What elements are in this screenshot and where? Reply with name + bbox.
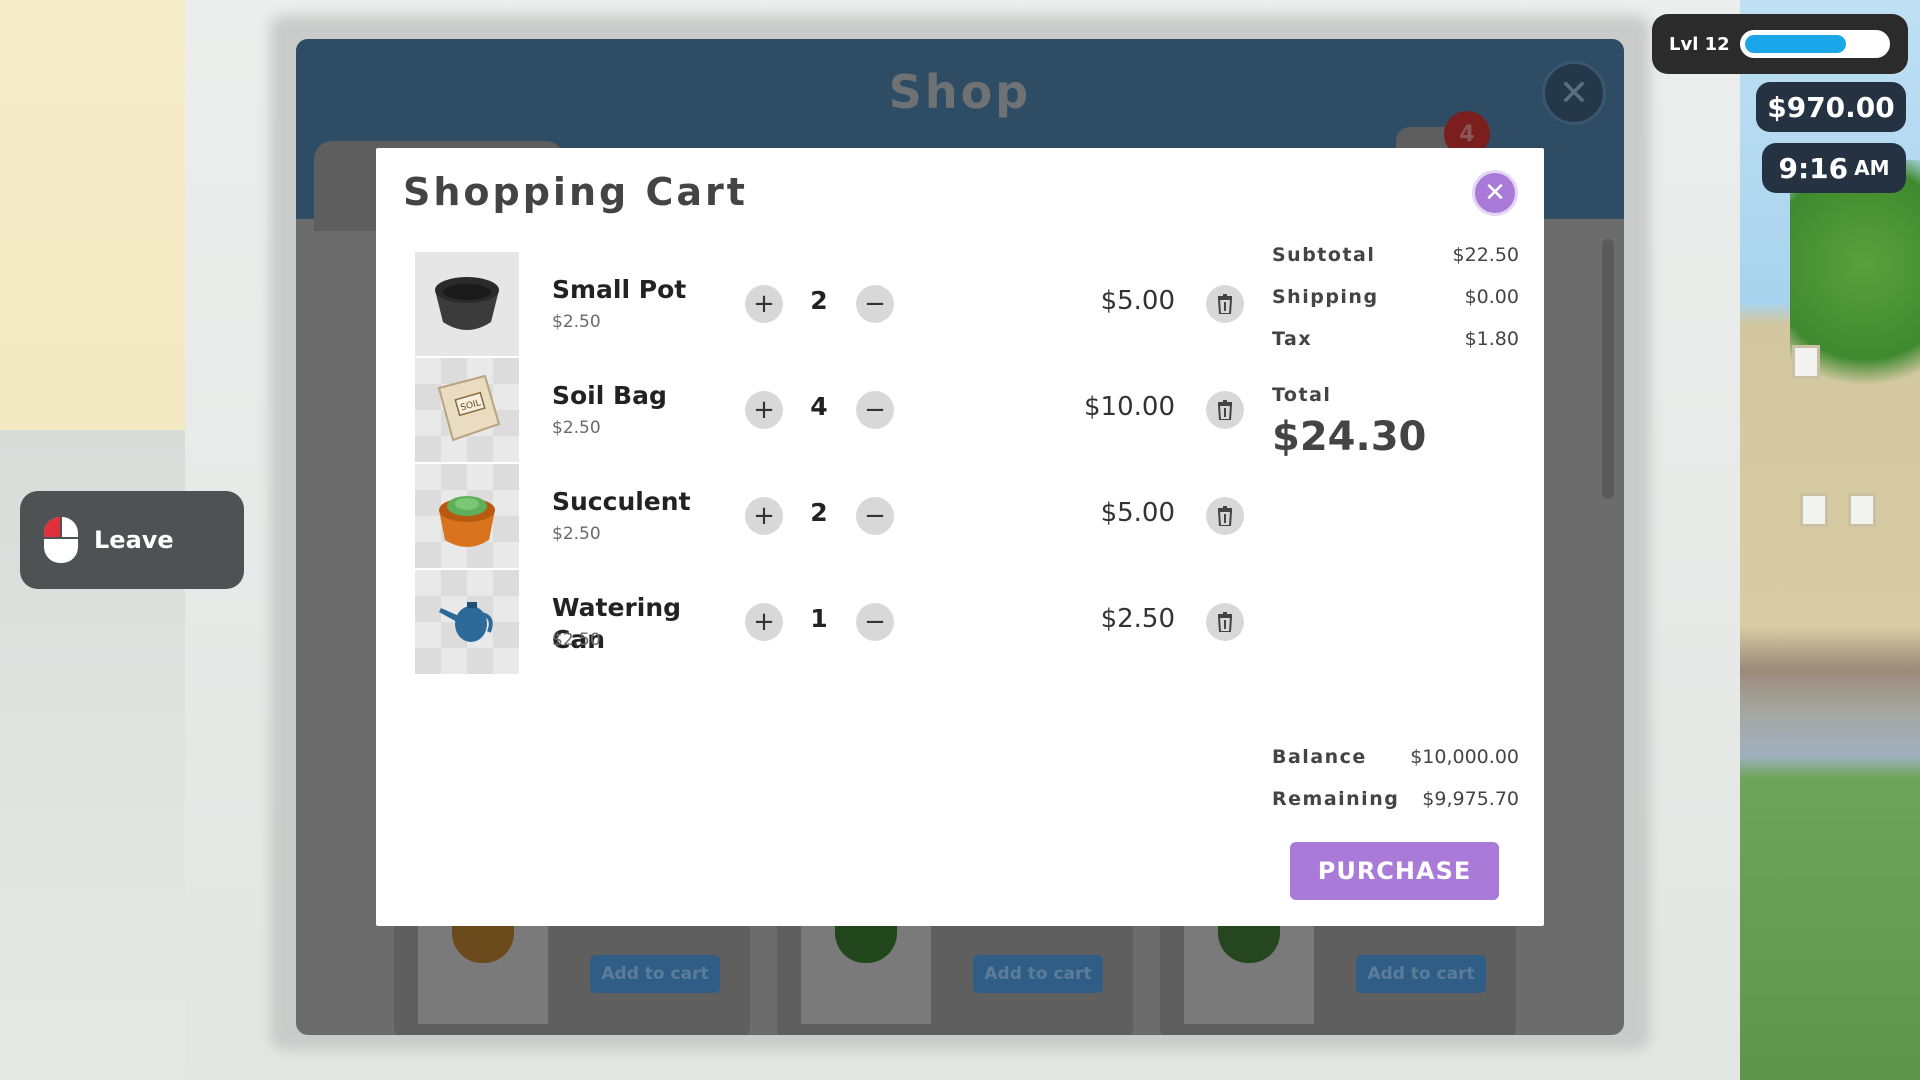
plus-icon: + — [753, 607, 775, 637]
trash-icon — [1217, 612, 1233, 632]
decrease-quantity-button[interactable]: − — [856, 497, 894, 535]
remaining-label: Remaining — [1272, 788, 1400, 810]
remove-item-button[interactable] — [1206, 603, 1244, 641]
trash-icon — [1217, 506, 1233, 526]
succulent-icon — [415, 464, 519, 568]
decrease-quantity-button[interactable]: − — [856, 285, 894, 323]
total-value: $24.30 — [1272, 414, 1427, 460]
shipping-label: Shipping — [1272, 286, 1379, 308]
item-quantity: 4 — [810, 392, 828, 421]
trash-icon — [1217, 400, 1233, 420]
purchase-button[interactable]: PURCHASE — [1290, 842, 1499, 900]
product-image — [801, 919, 931, 1024]
tax-value: $1.80 — [1464, 328, 1519, 350]
tax-row: Tax $1.80 — [1272, 324, 1519, 354]
watering-can-icon — [415, 570, 519, 674]
clock-ampm: AM — [1854, 156, 1890, 180]
trash-icon — [1217, 294, 1233, 314]
leave-label: Leave — [94, 526, 174, 554]
level-indicator: Lvl 12 — [1652, 14, 1908, 74]
leave-button[interactable]: Leave — [20, 491, 244, 589]
item-quantity: 2 — [810, 498, 828, 527]
add-to-cart-button[interactable]: Add to cart — [1356, 955, 1486, 993]
product-card: Add to cart — [777, 919, 1133, 1035]
add-to-cart-button[interactable]: Add to cart — [590, 955, 720, 993]
remaining-value: $9,975.70 — [1422, 788, 1519, 810]
decrease-quantity-button[interactable]: − — [856, 391, 894, 429]
cart-title: Shopping Cart — [403, 170, 748, 214]
remove-item-button[interactable] — [1206, 497, 1244, 535]
tax-label: Tax — [1272, 328, 1313, 350]
black-pot-icon — [415, 252, 519, 356]
add-to-cart-button[interactable]: Add to cart — [973, 955, 1103, 993]
cart-item-row: Small Pot $2.50 + 2 − $5.00 — [415, 252, 1244, 356]
shopping-cart-modal: Shopping Cart ✕ Small Pot $2.50 + 2 − $5… — [376, 148, 1544, 926]
total-label: Total — [1272, 384, 1332, 406]
decrease-quantity-button[interactable]: − — [856, 603, 894, 641]
plus-icon: + — [753, 501, 775, 531]
cart-item-row: Watering Can $2.50 + 1 − $2.50 — [415, 570, 1244, 674]
plus-icon: + — [753, 395, 775, 425]
shop-close-button[interactable]: ✕ — [1542, 61, 1606, 125]
background-house-window — [1800, 493, 1828, 527]
item-line-total: $5.00 — [1100, 498, 1175, 528]
minus-icon: − — [864, 395, 886, 425]
background-tree — [1790, 160, 1920, 420]
item-line-total: $2.50 — [1100, 604, 1175, 634]
clock-time: 9:16 — [1778, 151, 1849, 185]
item-line-total: $10.00 — [1084, 392, 1175, 422]
xp-bar — [1739, 30, 1890, 58]
cart-item-row: SOIL Soil Bag $2.50 + 4 − $10.00 — [415, 358, 1244, 462]
item-unit-price: $2.50 — [552, 524, 601, 544]
product-image — [418, 919, 548, 1024]
item-unit-price: $2.50 — [552, 630, 601, 650]
money-display: $970.00 — [1756, 82, 1906, 132]
subtotal-label: Subtotal — [1272, 244, 1376, 266]
balance-row: Balance $10,000.00 — [1272, 742, 1519, 772]
item-name: Soil Bag — [552, 381, 667, 410]
subtotal-value: $22.50 — [1452, 244, 1519, 266]
item-unit-price: $2.50 — [552, 312, 601, 332]
increase-quantity-button[interactable]: + — [745, 285, 783, 323]
minus-icon: − — [864, 501, 886, 531]
item-quantity: 2 — [810, 286, 828, 315]
minus-icon: − — [864, 607, 886, 637]
cart-item-row: Succulent $2.50 + 2 − $5.00 — [415, 464, 1244, 568]
item-unit-price: $2.50 — [552, 418, 601, 438]
remove-item-button[interactable] — [1206, 285, 1244, 323]
shop-scrollbar[interactable] — [1602, 239, 1614, 499]
plus-icon: + — [753, 289, 775, 319]
cart-close-button[interactable]: ✕ — [1472, 170, 1518, 216]
shop-title: Shop — [888, 65, 1032, 119]
product-card: Add to cart — [394, 919, 750, 1035]
increase-quantity-button[interactable]: + — [745, 497, 783, 535]
xp-bar-fill — [1744, 35, 1846, 53]
increase-quantity-button[interactable]: + — [745, 603, 783, 641]
level-label: Lvl 12 — [1669, 33, 1730, 55]
product-card: Add to cart — [1160, 919, 1516, 1035]
subtotal-row: Subtotal $22.50 — [1272, 240, 1519, 270]
shipping-value: $0.00 — [1464, 286, 1519, 308]
increase-quantity-button[interactable]: + — [745, 391, 783, 429]
background-house-window — [1848, 493, 1876, 527]
item-quantity: 1 — [810, 604, 828, 633]
minus-icon: − — [864, 289, 886, 319]
shipping-row: Shipping $0.00 — [1272, 282, 1519, 312]
close-icon: ✕ — [1484, 178, 1506, 208]
product-image — [1184, 919, 1314, 1024]
clock-display: 9:16 AM — [1762, 143, 1906, 193]
mouse-left-click-icon — [44, 517, 78, 563]
remove-item-button[interactable] — [1206, 391, 1244, 429]
balance-value: $10,000.00 — [1410, 746, 1519, 768]
background-house-window — [1792, 345, 1820, 379]
close-icon: ✕ — [1558, 72, 1590, 114]
item-name: Succulent — [552, 487, 691, 516]
soil-bag-icon: SOIL — [415, 358, 519, 462]
item-line-total: $5.00 — [1100, 286, 1175, 316]
item-name: Small Pot — [552, 275, 687, 304]
balance-label: Balance — [1272, 746, 1367, 768]
remaining-row: Remaining $9,975.70 — [1272, 784, 1519, 814]
